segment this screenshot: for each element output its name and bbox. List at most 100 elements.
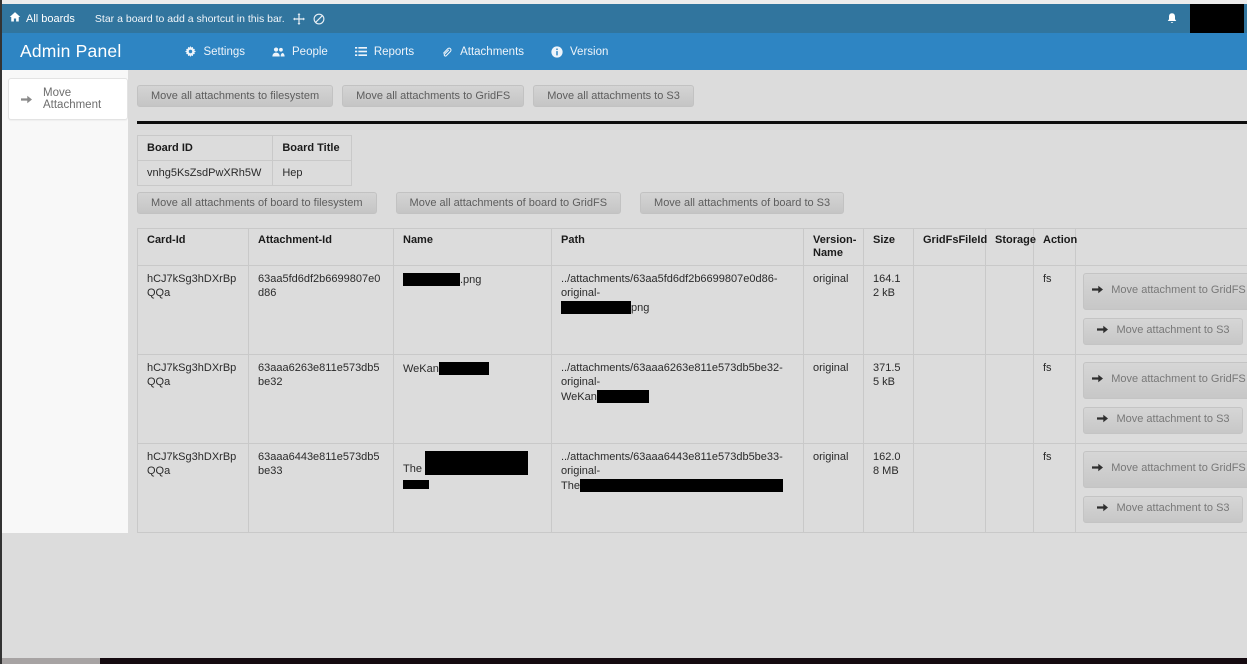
tab-label: Version: [570, 46, 608, 58]
tab-label: People: [292, 46, 328, 58]
tab-label: Attachments: [460, 46, 524, 58]
board-header-board-title: Board Title: [273, 136, 351, 161]
notifications-bell-icon[interactable]: [1166, 12, 1178, 25]
move-all-attachments-to-gridfs-button[interactable]: Move all attachments to GridFS: [342, 85, 524, 107]
board-buttons-row: Move all attachments of board to filesys…: [137, 192, 1247, 214]
cell-name: WeKan: [394, 355, 552, 444]
tab-label: Reports: [374, 46, 414, 58]
move-handle-icon[interactable]: [293, 13, 305, 25]
move-button-label: Move attachment to S3: [1116, 502, 1229, 514]
hide-bar-icon[interactable]: [313, 13, 325, 25]
redacted-text: [580, 479, 783, 492]
cell-storage: [986, 444, 1034, 533]
board-table-body: vnhg5KsZsdPwXRh5WHep: [138, 161, 352, 186]
text-segment: WeKan: [561, 391, 597, 403]
attachments-header-actions: [1076, 229, 1247, 266]
global-buttons-row: Move all attachments to filesystem Move a…: [137, 85, 1247, 107]
cell-buttons: Move attachment to GridFS Move attachment…: [1076, 444, 1247, 533]
tab-version[interactable]: Version: [551, 46, 608, 58]
sidebar: Move Attachment: [0, 70, 128, 533]
home-icon: [9, 11, 21, 26]
arrow-right-icon: [1096, 504, 1109, 516]
arrow-right-icon: [1096, 415, 1109, 427]
move-all-attachments-of-board-to-gridfs-button[interactable]: Move all attachments of board to GridFS: [396, 192, 621, 214]
divider-rule: [137, 121, 1247, 124]
board-cell: Hep: [273, 161, 351, 186]
attachments-header-name: Name: [394, 229, 552, 266]
tab-label: Settings: [203, 46, 245, 58]
move-attachment-to-s3-button[interactable]: Move attachment to S3: [1083, 496, 1243, 523]
reports-icon: [355, 46, 367, 57]
board-table-head: Board IDBoard Title: [138, 136, 352, 161]
cell-path: ../attachments/63aaa6263e811e573db5be32-…: [552, 355, 804, 444]
arrow-right-icon: [1096, 326, 1109, 338]
move-all-attachments-to-s3-button[interactable]: Move all attachments to S3: [533, 85, 694, 107]
main-panel: Move all attachments to filesystem Move a…: [128, 70, 1247, 533]
text-segment: ../attachments/63aaa6263e811e573db5be32-…: [561, 362, 783, 388]
move-all-attachments-to-filesystem-button[interactable]: Move all attachments to filesystem: [137, 85, 333, 107]
move-button-label: Move attachment to S3: [1116, 413, 1229, 425]
cell-action: fs: [1034, 266, 1076, 355]
attachments-table-head: Card-IdAttachment-IdNamePathVersion-Name…: [138, 229, 1247, 266]
attachments-header-storage: Storage: [986, 229, 1034, 266]
board-cell: vnhg5KsZsdPwXRh5W: [138, 161, 273, 186]
sidebar-item-label: Move Attachment: [43, 87, 127, 111]
cell-version-name: original: [804, 355, 864, 444]
arrow-right-icon: [1091, 464, 1104, 476]
attachments-header-path: Path: [552, 229, 804, 266]
cell-attachment-id: 63aa5fd6df2b6699807e0d86: [249, 266, 394, 355]
text-segment: WeKan: [403, 363, 439, 375]
move-button-label: Move attachment to S3: [1116, 324, 1229, 336]
tab-reports[interactable]: Reports: [355, 46, 414, 58]
tab-settings[interactable]: Settings: [185, 46, 245, 58]
page-title: Admin Panel: [20, 41, 121, 62]
attachment-row: hCJ7kSg3hDXrBpQQa63aaa6263e811e573db5be3…: [138, 355, 1247, 444]
sidebar-item-move-attachment[interactable]: Move Attachment: [8, 78, 128, 120]
redacted-text: [425, 451, 528, 475]
top-navigation-bar: All boards Star a board to add a shortcu…: [0, 4, 1247, 33]
cell-name: .png: [394, 266, 552, 355]
move-button-label: Move attachment to GridFS: [1111, 373, 1246, 385]
cell-version-name: original: [804, 266, 864, 355]
cell-storage: [986, 266, 1034, 355]
move-all-attachments-of-board-to-filesystem-button[interactable]: Move all attachments of board to filesys…: [137, 192, 377, 214]
redacted-text: [597, 390, 649, 403]
horizontal-scrollbar[interactable]: [0, 658, 1247, 664]
tab-attachments[interactable]: Attachments: [441, 46, 524, 58]
cell-name: The: [394, 444, 552, 533]
all-boards-link[interactable]: All boards: [9, 11, 75, 26]
user-menu-redacted[interactable]: [1190, 4, 1244, 33]
arrow-right-icon: [1091, 286, 1104, 298]
cell-buttons: Move attachment to GridFS Move attachment…: [1076, 355, 1247, 444]
tab-people[interactable]: People: [272, 46, 328, 58]
attachments-table-body: hCJ7kSg3hDXrBpQQa63aa5fd6df2b6699807e0d8…: [138, 266, 1247, 533]
move-attachment-to-gridfs-button[interactable]: Move attachment to GridFS: [1083, 273, 1247, 310]
admin-panel-header: Admin Panel Settings People Reports Attachm…: [0, 33, 1247, 70]
text-segment: .png: [460, 274, 481, 286]
shortcut-banner: Star a board to add a shortcut in this b…: [95, 13, 325, 25]
move-attachment-to-gridfs-button[interactable]: Move attachment to GridFS: [1083, 362, 1247, 399]
text-segment: ../attachments/63aaa6443e811e573db5be33-…: [561, 451, 783, 477]
move-attachment-to-gridfs-button[interactable]: Move attachment to GridFS: [1083, 451, 1247, 488]
move-button-label: Move attachment to GridFS: [1111, 462, 1246, 474]
cell-card-id: hCJ7kSg3hDXrBpQQa: [138, 444, 249, 533]
cell-buttons: Move attachment to GridFS Move attachment…: [1076, 266, 1247, 355]
gear-icon: [185, 46, 196, 57]
all-boards-label: All boards: [26, 13, 75, 25]
redacted-text: [403, 480, 429, 489]
horizontal-scrollbar-thumb[interactable]: [0, 658, 100, 664]
arrow-right-icon: [20, 94, 33, 105]
board-row: vnhg5KsZsdPwXRh5WHep: [138, 161, 352, 186]
move-all-attachments-of-board-to-s3-button[interactable]: Move all attachments of board to S3: [640, 192, 844, 214]
move-attachment-to-s3-button[interactable]: Move attachment to S3: [1083, 407, 1243, 434]
attachments-header-gridfsfileid: GridFsFileId: [914, 229, 986, 266]
people-icon: [272, 46, 285, 58]
board-table: Board IDBoard Title vnhg5KsZsdPwXRh5WHep: [137, 135, 352, 186]
text-segment: The: [403, 463, 425, 475]
paperclip-icon: [441, 46, 453, 58]
move-attachment-to-s3-button[interactable]: Move attachment to S3: [1083, 318, 1243, 345]
attachments-table: Card-IdAttachment-IdNamePathVersion-Name…: [137, 228, 1247, 533]
redacted-text: [561, 301, 631, 314]
attachments-header-version-name: Version-Name: [804, 229, 864, 266]
attachments-header-attachment-id: Attachment-Id: [249, 229, 394, 266]
